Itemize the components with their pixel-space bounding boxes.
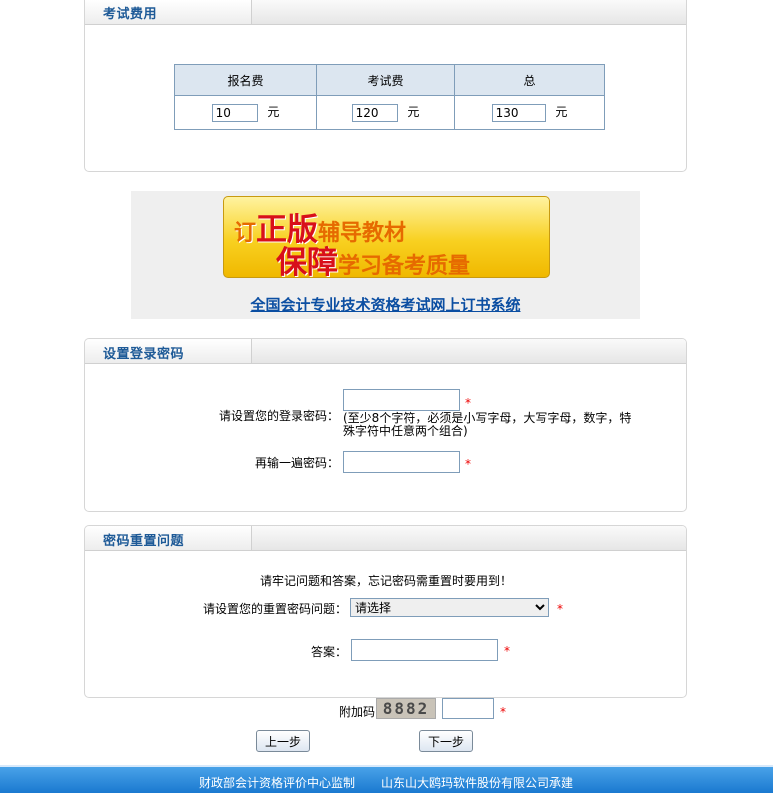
reset-question-panel: 密码重置问题 请牢记问题和答案，忘记密码需重置时要用到！ 请设置您的重置密码问题… — [84, 525, 687, 698]
question-required-mark: * — [557, 602, 563, 616]
fee-cell-registration: 元 — [174, 95, 317, 130]
fee-cell-exam: 元 — [316, 95, 455, 130]
confirm-password-label: 再输一遍密码： — [255, 456, 340, 470]
captcha-required-mark: * — [500, 705, 506, 719]
password-label: 请设置您的登录密码： — [219, 409, 340, 423]
captcha-code: 8882 — [382, 699, 430, 718]
answer-input[interactable] — [351, 639, 498, 661]
answer-label: 答案： — [311, 645, 348, 659]
registration-fee-field[interactable] — [211, 103, 258, 122]
fee-header-exam: 考试费 — [316, 64, 455, 96]
prev-step-button[interactable]: 上一步 — [256, 730, 311, 752]
fee-unit: 元 — [555, 105, 568, 120]
reset-notice: 请牢记问题和答案，忘记密码需重置时要用到！ — [260, 574, 513, 588]
password-hint: (至少8个字符，必须是小写字母，大写字母，数字，特殊字符中任意两个组合) — [343, 411, 632, 438]
fee-unit: 元 — [267, 105, 280, 120]
fee-header-total: 总 — [454, 64, 605, 96]
password-input[interactable] — [343, 389, 460, 411]
confirm-password-required-mark: * — [465, 457, 471, 471]
ad-banner-line2: 保障学习备考质量 — [276, 245, 471, 278]
fee-unit: 元 — [407, 105, 420, 120]
password-required-mark: * — [465, 396, 471, 410]
fee-cell-total: 元 — [454, 95, 605, 130]
next-step-button[interactable]: 下一步 — [419, 730, 474, 752]
confirm-password-input[interactable] — [343, 451, 460, 473]
captcha-input[interactable] — [442, 698, 494, 719]
ad-banner-image[interactable]: 订正版辅导教材 保障学习备考质量 — [223, 196, 550, 278]
captcha-image[interactable]: 8882 — [376, 698, 436, 719]
fee-panel-title: 考试费用 — [103, 7, 158, 22]
footer-supervisor-text: 财政部会计资格评价中心监制 — [199, 776, 356, 790]
total-fee-field[interactable] — [491, 103, 546, 122]
reset-panel-title: 密码重置问题 — [103, 534, 185, 549]
footer-bar: 财政部会计资格评价中心监制 山东山大鸥玛软件股份有限公司承建 — [0, 765, 773, 793]
exam-fee-field[interactable] — [351, 103, 398, 122]
captcha-label: 附加码 — [339, 705, 376, 719]
book-order-link[interactable]: 全国会计专业技术资格考试网上订书系统 — [131, 294, 640, 315]
fee-panel: 考试费用 报名费 考试费 总 元 元 元 — [84, 0, 687, 172]
fee-header-registration: 报名费 — [174, 64, 317, 96]
password-panel-title: 设置登录密码 — [103, 347, 185, 362]
password-panel-header: 设置登录密码 — [85, 339, 686, 364]
answer-required-mark: * — [504, 644, 510, 658]
reset-question-label: 请设置您的重置密码问题： — [203, 602, 348, 616]
book-order-ad: 订正版辅导教材 保障学习备考质量 全国会计专业技术资格考试网上订书系统 — [131, 191, 640, 319]
reset-question-select[interactable]: 请选择 — [350, 598, 549, 617]
password-panel: 设置登录密码 请设置您的登录密码： * (至少8个字符，必须是小写字母，大写字母… — [84, 338, 687, 512]
reset-panel-header: 密码重置问题 — [85, 526, 686, 551]
fee-table: 报名费 考试费 总 元 元 元 — [174, 64, 605, 130]
footer-builder-text: 山东山大鸥玛软件股份有限公司承建 — [381, 776, 574, 790]
fee-panel-header: 考试费用 — [85, 0, 686, 25]
